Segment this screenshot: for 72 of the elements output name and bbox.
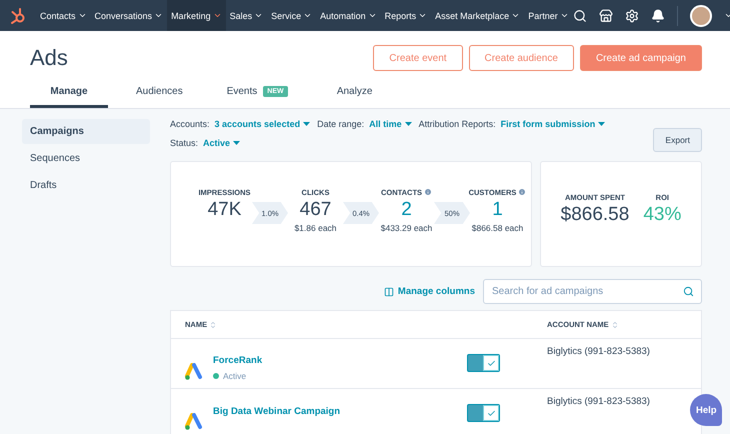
chevron-down-icon (154, 11, 164, 20)
cost-per-metric: $866.58 each (472, 222, 524, 232)
settings-icon[interactable] (624, 8, 639, 22)
info-icon[interactable] (518, 188, 526, 196)
campaign-status: Active (213, 371, 262, 381)
chevron-down-icon (368, 11, 377, 20)
nav-menu-item[interactable]: Asset Marketplace (431, 0, 524, 31)
chevron-down-icon (212, 11, 222, 20)
campaign-toggle[interactable] (467, 404, 500, 422)
tab-label: Manage (50, 86, 88, 97)
caret-icon (303, 122, 310, 126)
campaign-name-link[interactable]: Big Data Webinar Campaign (213, 406, 340, 417)
bell-icon[interactable] (650, 8, 665, 22)
tab[interactable]: Manage (30, 79, 108, 108)
nav-menu-item[interactable]: Sales (226, 0, 268, 31)
tab-label: Audiences (136, 86, 183, 97)
sidebar-item[interactable]: Sequences (22, 146, 150, 171)
info-icon[interactable] (424, 188, 432, 196)
filter-label: Accounts: (170, 119, 210, 129)
tab-label: Events (226, 86, 258, 97)
metric-value: $866.58 (560, 204, 630, 226)
campaign-name-link[interactable]: ForceRank (213, 355, 262, 366)
caret-icon (404, 122, 412, 126)
metric-value: 467 (300, 198, 332, 220)
check-icon (486, 408, 496, 418)
chevron-down-icon (418, 11, 428, 20)
check-icon (486, 358, 496, 368)
columns-icon (384, 286, 394, 296)
filter-label: Status: (170, 138, 198, 148)
tab[interactable]: Audiences (120, 79, 199, 108)
ads-logo-icon (185, 413, 205, 431)
caret-icon (233, 141, 240, 145)
help-button[interactable]: Help (690, 394, 722, 426)
storefront-icon[interactable] (598, 8, 613, 22)
page-title: Ads (30, 45, 69, 71)
campaign-toggle[interactable] (467, 354, 500, 372)
chevron-down-icon (511, 11, 520, 20)
nav-menu-item[interactable]: Conversations (90, 0, 168, 31)
account-name: Biglytics (991-823-5383) (547, 396, 651, 409)
metric-value: 2 (401, 198, 412, 220)
nav-menu-item[interactable]: Automation (316, 0, 381, 31)
metric-value: 47K (208, 198, 242, 220)
user-avatar[interactable] (690, 4, 712, 26)
nav-menu-item[interactable]: Partner (524, 0, 573, 31)
tab-label: Analyze (336, 86, 372, 97)
account-name: Biglytics (991-823-5383) (547, 346, 651, 359)
chevron-down-icon (303, 11, 312, 20)
caret-icon (598, 122, 606, 126)
sort-icon (610, 320, 619, 328)
cost-per-metric: $433.29 each (380, 222, 432, 232)
export-button[interactable]: Export (653, 128, 702, 152)
chevron-down-icon (78, 11, 87, 20)
sidebar-item[interactable]: Campaigns (22, 119, 150, 144)
chevron-down-icon (254, 11, 264, 20)
chevron-down-icon[interactable] (724, 11, 730, 20)
nav-menu-item[interactable]: Contacts (36, 0, 91, 31)
filter-label: Date range: (317, 119, 364, 129)
sidebar-item[interactable]: Drafts (22, 173, 150, 198)
nav-menu-item[interactable]: Service (267, 0, 316, 31)
cost-per-metric: $1.86 each (294, 222, 337, 232)
ads-logo-icon (185, 363, 205, 381)
nav-menu-item[interactable]: Reports (380, 0, 432, 31)
status-dot (213, 373, 219, 379)
search-icon[interactable] (572, 8, 587, 22)
nav-menu-item[interactable]: Marketing (167, 0, 226, 31)
filter-label: Attribution Reports: (418, 119, 496, 129)
metric-value: 43% (643, 204, 682, 226)
sort-icon (209, 320, 218, 328)
chevron-down-icon (560, 11, 569, 20)
metric-value: 1 (492, 198, 503, 220)
search-field[interactable]: Search for ad campaigns (483, 279, 702, 304)
tab[interactable]: Analyze (316, 79, 394, 108)
